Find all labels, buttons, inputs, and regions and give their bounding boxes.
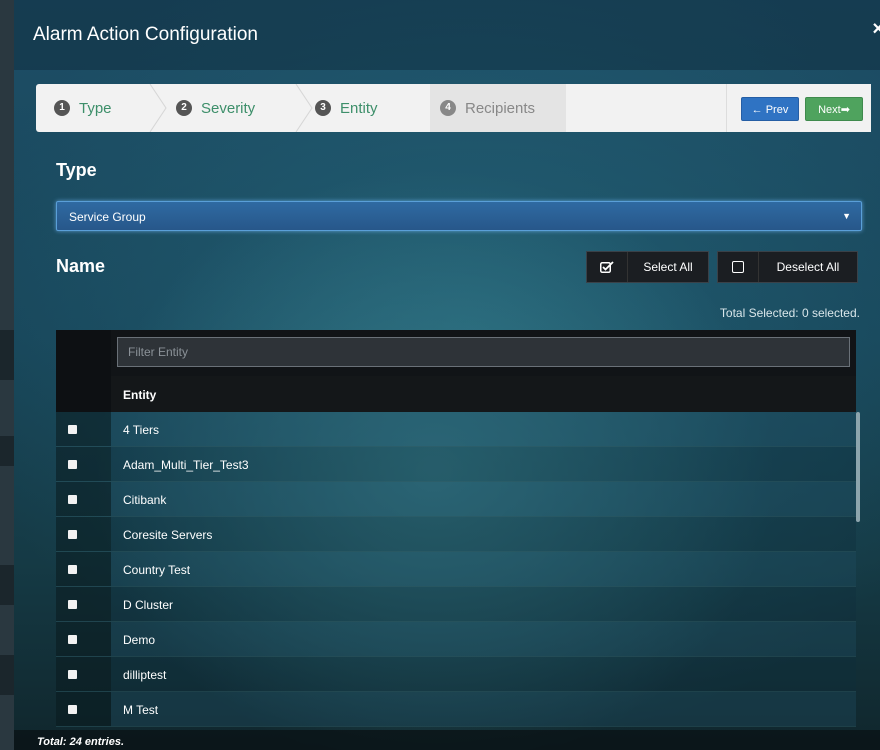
checked-box-icon: [587, 252, 628, 282]
name-label: Name: [56, 256, 106, 276]
background-mark: [0, 565, 14, 605]
entity-cell: 4 Tiers: [111, 412, 856, 446]
wizard-step-recipients[interactable]: 4 Recipients: [430, 84, 566, 132]
select-all-label: Select All: [643, 260, 693, 274]
alarm-action-modal: Alarm Action Configuration × 1 Type 2 Se…: [14, 0, 880, 750]
wizard-steps-bar: 1 Type 2 Severity 3 Entity 4 Recipients …: [36, 84, 871, 132]
checkbox-cell: [56, 412, 111, 446]
table-scrollbar[interactable]: [856, 412, 860, 522]
modal-header: Alarm Action Configuration ×: [14, 0, 880, 70]
row-checkbox[interactable]: [68, 565, 77, 574]
close-icon[interactable]: ×: [872, 18, 880, 41]
step-number: 3: [315, 100, 331, 116]
checkbox-column-header-cell: [56, 376, 111, 412]
entity-cell: D Cluster: [111, 587, 856, 621]
entity-name: dilliptest: [123, 668, 167, 682]
table-row[interactable]: Citibank: [56, 482, 856, 517]
modal-title: Alarm Action Configuration: [33, 24, 258, 45]
row-checkbox[interactable]: [68, 600, 77, 609]
total-entries-text: Total: 24 entries.: [37, 736, 125, 748]
checkbox-cell: [56, 692, 111, 726]
type-label: Type: [56, 160, 97, 180]
entity-cell: Citibank: [111, 482, 856, 516]
entity-name: M Test: [123, 703, 159, 717]
row-checkbox[interactable]: [68, 705, 77, 714]
entity-name: Coresite Servers: [123, 528, 213, 542]
entity-name: D Cluster: [123, 598, 174, 612]
entity-name: Citibank: [123, 493, 167, 507]
column-header-entity[interactable]: Entity: [123, 388, 156, 402]
row-checkbox[interactable]: [68, 495, 77, 504]
table-row[interactable]: D Cluster: [56, 587, 856, 622]
select-all-button[interactable]: Select All: [586, 251, 709, 283]
filter-entity-input[interactable]: [117, 337, 850, 367]
checkbox-cell: [56, 657, 111, 691]
type-select-value: Service Group: [69, 210, 146, 224]
entity-cell: dilliptest: [111, 657, 856, 691]
checkbox-cell: [56, 517, 111, 551]
table-footer: [14, 730, 880, 750]
table-header-row: Entity: [56, 376, 856, 412]
entity-cell: Adam_Multi_Tier_Test3: [111, 447, 856, 481]
step-label: Severity: [201, 99, 256, 117]
entity-name: Demo: [123, 633, 156, 647]
table-body: 4 Tiers Adam_Multi_Tier_Test3 Citibank C…: [56, 412, 856, 727]
next-button[interactable]: Next➡: [805, 97, 863, 121]
step-label: Entity: [340, 99, 378, 117]
entity-name: 4 Tiers: [123, 423, 160, 437]
background-mark: [0, 330, 14, 380]
row-checkbox[interactable]: [68, 530, 77, 539]
entity-name: Country Test: [123, 563, 191, 577]
step-number: 1: [54, 100, 70, 116]
background-page-edge: [0, 0, 14, 750]
table-row[interactable]: Demo: [56, 622, 856, 657]
wizard-step-entity[interactable]: 3 Entity: [315, 84, 378, 132]
chevron-separator: [412, 84, 430, 132]
entity-cell: Coresite Servers: [111, 517, 856, 551]
entity-table: Entity 4 Tiers Adam_Multi_Tier_Test3 Cit…: [56, 330, 860, 750]
entity-cell: Demo: [111, 622, 856, 656]
checkbox-cell: [56, 587, 111, 621]
checkbox-cell: [56, 447, 111, 481]
step-label: Recipients: [465, 99, 536, 117]
type-select[interactable]: Service Group ▼: [56, 201, 862, 231]
step-number: 4: [440, 100, 456, 116]
row-checkbox[interactable]: [68, 460, 77, 469]
prev-button[interactable]: ← Prev: [741, 97, 799, 121]
entity-cell: M Test: [111, 692, 856, 726]
row-checkbox[interactable]: [68, 425, 77, 434]
deselect-all-label: Deselect All: [776, 260, 840, 274]
table-row[interactable]: dilliptest: [56, 657, 856, 692]
chevron-down-icon: ▼: [842, 211, 851, 221]
table-row[interactable]: Coresite Servers: [56, 517, 856, 552]
total-selected-text: Total Selected: 0 selected.: [719, 306, 860, 320]
step-label: Type: [79, 99, 112, 117]
entity-cell: Country Test: [111, 552, 856, 586]
entity-name: Adam_Multi_Tier_Test3: [123, 458, 249, 472]
background-mark: [0, 655, 14, 695]
wizard-step-type[interactable]: 1 Type: [54, 84, 112, 132]
checkbox-cell: [56, 622, 111, 656]
table-row[interactable]: Country Test: [56, 552, 856, 587]
table-row[interactable]: 4 Tiers: [56, 412, 856, 447]
chevron-separator: [149, 84, 167, 132]
background-mark: [0, 436, 14, 466]
row-checkbox[interactable]: [68, 635, 77, 644]
chevron-separator: [295, 84, 313, 132]
deselect-all-button[interactable]: Deselect All: [717, 251, 858, 283]
row-checkbox[interactable]: [68, 670, 77, 679]
checkbox-cell: [56, 482, 111, 516]
wizard-steps: 1 Type 2 Severity 3 Entity 4 Recipients: [36, 84, 566, 132]
checkbox-cell: [56, 552, 111, 586]
wizard-step-severity[interactable]: 2 Severity: [176, 84, 255, 132]
table-row[interactable]: M Test: [56, 692, 856, 727]
step-number: 2: [176, 100, 192, 116]
table-row[interactable]: Adam_Multi_Tier_Test3: [56, 447, 856, 482]
empty-box-icon: [718, 252, 759, 282]
